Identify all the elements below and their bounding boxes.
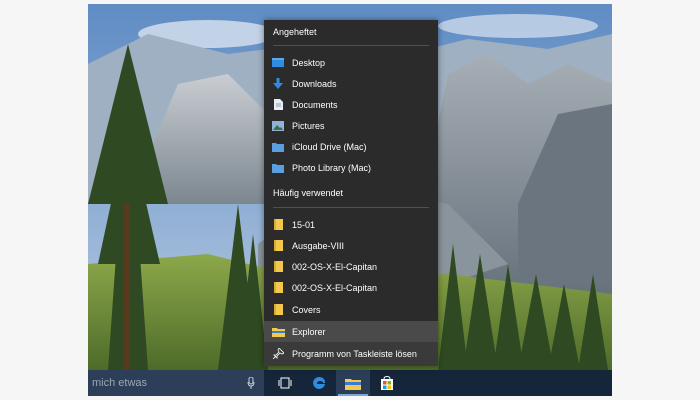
taskbar-jump-list: Angeheftet Desktop Downloads Documents P…: [264, 20, 438, 366]
pinned-item-photo-library[interactable]: Photo Library (Mac): [264, 157, 438, 178]
pinned-item-label: Photo Library (Mac): [292, 162, 372, 173]
document-icon: [264, 99, 292, 110]
search-placeholder: mich etwas: [92, 377, 148, 389]
cortana-search-box[interactable]: mich etwas: [88, 370, 264, 396]
folder-icon: [264, 240, 292, 251]
frequent-item-label: Ausgabe-VIII: [292, 240, 345, 251]
unpin-from-taskbar-action[interactable]: Programm von Taskleiste lösen: [264, 343, 438, 364]
frequent-item[interactable]: Covers: [264, 299, 438, 320]
divider: [273, 207, 429, 208]
action-label: Programm von Taskleiste lösen: [292, 348, 417, 359]
download-arrow-icon: [264, 78, 292, 89]
file-explorer-icon: [264, 327, 292, 337]
pinned-item-label: Documents: [292, 99, 338, 110]
folder-icon: [264, 304, 292, 315]
pinned-item-label: Desktop: [292, 57, 326, 68]
frequent-item-label: Covers: [292, 304, 321, 315]
folder-icon: [264, 163, 292, 173]
action-label: Explorer: [292, 326, 326, 337]
taskbar: mich etwas: [88, 370, 612, 396]
pinned-item-documents[interactable]: Documents: [264, 94, 438, 115]
frequent-item[interactable]: 15-01: [264, 214, 438, 235]
store-icon: [381, 376, 393, 390]
file-explorer-icon: [345, 378, 361, 390]
file-explorer-button[interactable]: [336, 370, 370, 396]
pinned-item-label: Downloads: [292, 78, 337, 89]
store-button[interactable]: [370, 370, 404, 396]
frequent-item[interactable]: 002-OS-X-El-Capitan: [264, 277, 438, 298]
pinned-item-label: Pictures: [292, 120, 325, 131]
pinned-item-downloads[interactable]: Downloads: [264, 73, 438, 94]
pinned-section-title: Angeheftet: [273, 27, 317, 37]
pinned-item-pictures[interactable]: Pictures: [264, 115, 438, 136]
desktop-folder-icon: [264, 58, 292, 67]
folder-icon: [264, 142, 292, 152]
frequent-item[interactable]: Ausgabe-VIII: [264, 235, 438, 256]
folder-icon: [264, 282, 292, 293]
pinned-item-desktop[interactable]: Desktop: [264, 52, 438, 73]
open-explorer-action[interactable]: Explorer: [264, 321, 438, 342]
divider: [273, 45, 429, 46]
pinned-item-icloud-drive[interactable]: iCloud Drive (Mac): [264, 136, 438, 157]
frequent-item[interactable]: 002-OS-X-El-Capitan: [264, 256, 438, 277]
frequent-section-title: Häufig verwendet: [273, 188, 344, 198]
pinned-item-label: iCloud Drive (Mac): [292, 141, 367, 152]
pictures-icon: [264, 120, 292, 131]
jump-list-actions: Explorer Programm von Taskleiste lösen: [264, 321, 438, 366]
edge-button[interactable]: [302, 370, 336, 396]
task-view-icon: [278, 377, 292, 389]
microphone-icon[interactable]: [242, 370, 260, 396]
folder-icon: [264, 219, 292, 230]
frequent-item-label: 002-OS-X-El-Capitan: [292, 282, 378, 293]
task-view-button[interactable]: [268, 370, 302, 396]
folder-icon: [264, 261, 292, 272]
edge-icon: [313, 377, 325, 389]
frequent-item-label: 002-OS-X-El-Capitan: [292, 261, 378, 272]
frequent-item-label: 15-01: [292, 219, 316, 230]
unpin-icon: [264, 348, 292, 359]
